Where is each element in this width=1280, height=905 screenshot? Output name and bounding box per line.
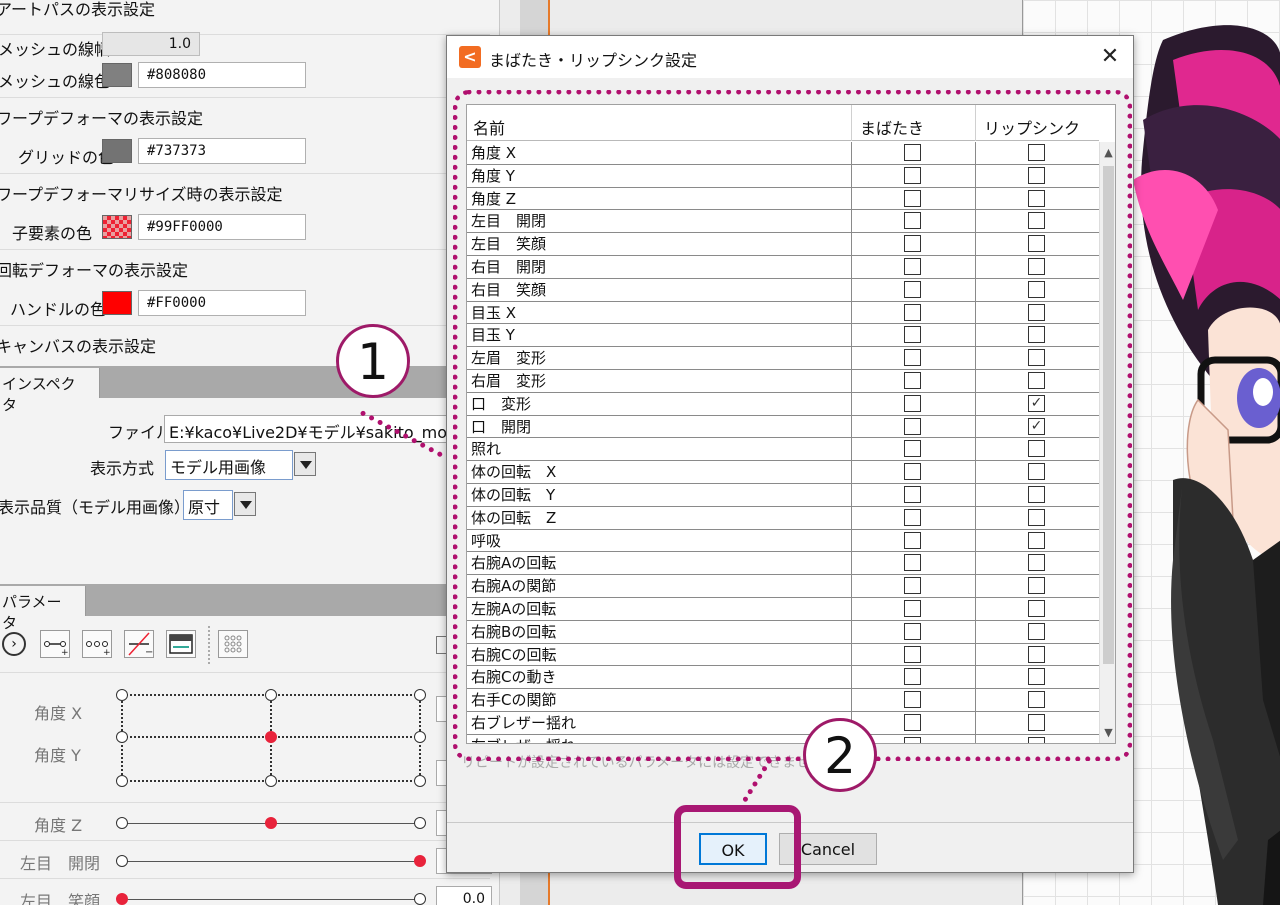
svg-text:+: + bbox=[61, 648, 69, 657]
play-circle-icon[interactable]: › bbox=[2, 632, 26, 656]
add-three-keys-icon[interactable]: + bbox=[82, 630, 112, 658]
grid-dots-icon[interactable] bbox=[218, 630, 248, 658]
parameters-tab-bar: パラメータ bbox=[0, 584, 499, 632]
param-key-point[interactable] bbox=[414, 817, 426, 829]
param-slider-knob[interactable] bbox=[116, 893, 128, 905]
grid-color-hex-input[interactable]: #737373 bbox=[138, 138, 306, 164]
canvas-section-heading: キャンバスの表示設定 bbox=[0, 337, 157, 356]
child-color-label: 子要素の色 bbox=[12, 224, 93, 243]
child-color-swatch[interactable] bbox=[102, 215, 132, 239]
param-slider-knob[interactable] bbox=[414, 855, 426, 867]
param-key-point[interactable] bbox=[414, 893, 426, 905]
toolbar-separator bbox=[208, 626, 210, 664]
param-label-left-eye-open: 左目 開閉 bbox=[20, 854, 101, 873]
delete-key-icon[interactable]: − bbox=[124, 630, 154, 658]
param-key-point[interactable] bbox=[414, 689, 426, 701]
mesh-width-input[interactable]: 1.0 bbox=[102, 32, 200, 56]
param-label-angle-y: 角度 Y bbox=[34, 746, 81, 765]
handle-color-hex-input[interactable]: #FF0000 bbox=[138, 290, 306, 316]
child-color-hex-input[interactable]: #99FF0000 bbox=[138, 214, 306, 240]
mesh-width-label: メッシュの線幅 bbox=[0, 40, 111, 59]
quality-select[interactable]: 原寸 bbox=[183, 490, 233, 520]
param-key-point[interactable] bbox=[414, 731, 426, 743]
warp-section-heading: ワープデフォーマの表示設定 bbox=[0, 109, 204, 128]
ok-button-highlight bbox=[674, 805, 801, 889]
chevron-down-icon[interactable] bbox=[294, 452, 316, 476]
param-key-point[interactable] bbox=[116, 817, 128, 829]
dialog-title: まばたき・リップシンク設定 bbox=[489, 51, 698, 70]
divider bbox=[0, 878, 490, 879]
divider bbox=[0, 672, 490, 673]
quality-label: 表示品質（モデル用画像） bbox=[0, 498, 191, 517]
rotation-section-heading: 回転デフォーマの表示設定 bbox=[0, 261, 189, 280]
divider bbox=[0, 34, 490, 35]
divider bbox=[0, 173, 490, 174]
param-slider-track bbox=[122, 861, 420, 862]
grid-color-label: グリッドの色 bbox=[18, 148, 115, 167]
display-mode-label: 表示方式 bbox=[90, 459, 155, 478]
handle-color-swatch[interactable] bbox=[102, 291, 132, 315]
svg-text:+: + bbox=[103, 648, 111, 657]
param-label-angle-z: 角度 Z bbox=[34, 816, 83, 835]
close-icon[interactable]: ✕ bbox=[1095, 42, 1125, 72]
svg-text:−: − bbox=[145, 647, 153, 657]
divider bbox=[0, 802, 490, 803]
param-key-point[interactable] bbox=[265, 689, 277, 701]
mesh-color-label: メッシュの線色 bbox=[0, 72, 111, 91]
param-key-point[interactable] bbox=[116, 855, 128, 867]
art-path-section-heading: アートパスの表示設定 bbox=[0, 0, 156, 19]
param-label-left-eye-smile: 左目 笑顔 bbox=[20, 892, 101, 905]
param-slider-knob[interactable] bbox=[265, 817, 277, 829]
dialog-titlebar: < まばたき・リップシンク設定 ✕ bbox=[447, 36, 1133, 78]
param-current-point[interactable] bbox=[265, 731, 277, 743]
keyform-panel-icon[interactable] bbox=[166, 630, 196, 658]
add-key-icon[interactable]: + bbox=[40, 630, 70, 658]
warp-resize-section-heading: ワープデフォーマリサイズ時の表示設定 bbox=[0, 185, 283, 204]
handle-color-label: ハンドルの色 bbox=[10, 300, 107, 319]
chevron-down-icon[interactable] bbox=[234, 492, 256, 516]
annotation-marker-2: 2 bbox=[803, 718, 877, 792]
tab-parameters[interactable]: パラメータ bbox=[0, 586, 86, 632]
app-logo-icon: < bbox=[459, 46, 481, 68]
mesh-color-hex-input[interactable]: #808080 bbox=[138, 62, 306, 88]
file-label: ファイル bbox=[108, 423, 173, 442]
mesh-color-swatch[interactable] bbox=[102, 63, 132, 87]
tab-inspector[interactable]: インスペクタ bbox=[0, 368, 100, 414]
highlight-dotted-frame bbox=[453, 90, 1132, 761]
param-key-point[interactable] bbox=[116, 731, 128, 743]
inspector-tab-bar: インスペクタ bbox=[0, 366, 499, 414]
param-key-point[interactable] bbox=[116, 689, 128, 701]
param-slider-track bbox=[122, 899, 420, 900]
divider bbox=[0, 840, 490, 841]
grid-color-swatch[interactable] bbox=[102, 139, 132, 163]
inspector-panel: アートパスの表示設定 メッシュの線幅 1.0 メッシュの線色 #808080 ワ… bbox=[0, 0, 500, 905]
param-key-point[interactable] bbox=[414, 775, 426, 787]
divider bbox=[0, 97, 490, 98]
divider bbox=[0, 249, 490, 250]
divider bbox=[0, 325, 490, 326]
param-value-input[interactable]: 0.0 bbox=[436, 886, 492, 905]
param-key-point[interactable] bbox=[265, 775, 277, 787]
param-key-point[interactable] bbox=[116, 775, 128, 787]
annotation-marker-1: 1 bbox=[336, 324, 410, 398]
param-label-angle-x: 角度 X bbox=[34, 704, 83, 723]
display-mode-select[interactable]: モデル用画像 bbox=[165, 450, 293, 480]
